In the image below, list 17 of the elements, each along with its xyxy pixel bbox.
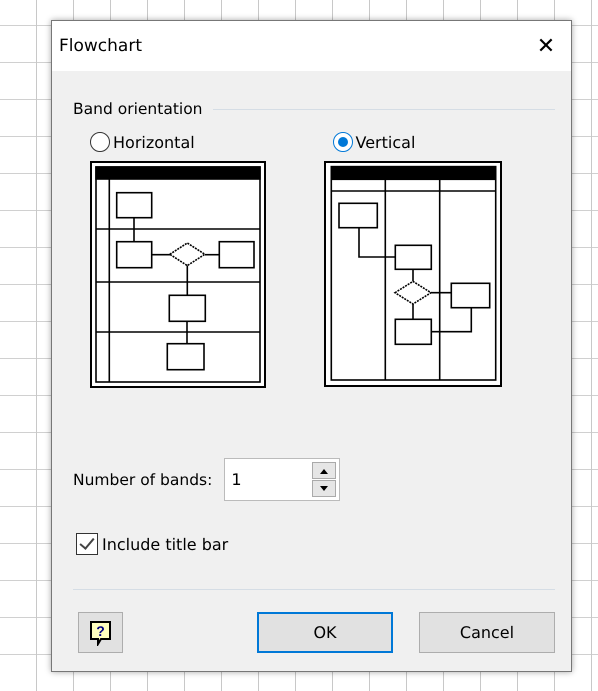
window-title: Flowchart [59, 36, 142, 56]
radio-icon[interactable] [90, 132, 110, 152]
help-button[interactable]: ? [78, 612, 123, 653]
field-label: Number of bands: [73, 470, 212, 488]
number-spinbox[interactable]: 1 [224, 458, 340, 501]
dialog-button[interactable]: OK [257, 612, 393, 653]
orientation-radio[interactable]: Vertical [332, 129, 416, 155]
spin-down-icon[interactable] [312, 480, 336, 497]
orientation-radio[interactable]: Horizontal [90, 129, 195, 155]
radio-icon[interactable] [332, 132, 352, 152]
checkbox-icon[interactable] [76, 533, 98, 555]
dialog-button[interactable]: Cancel [419, 612, 555, 653]
group-heading: Band orientation [73, 100, 203, 118]
include-title-bar-checkbox[interactable]: Include title bar [76, 533, 228, 555]
close-button[interactable]: ✕ [521, 21, 571, 71]
help-icon: ? [88, 620, 112, 646]
spin-up-icon[interactable] [312, 462, 336, 479]
